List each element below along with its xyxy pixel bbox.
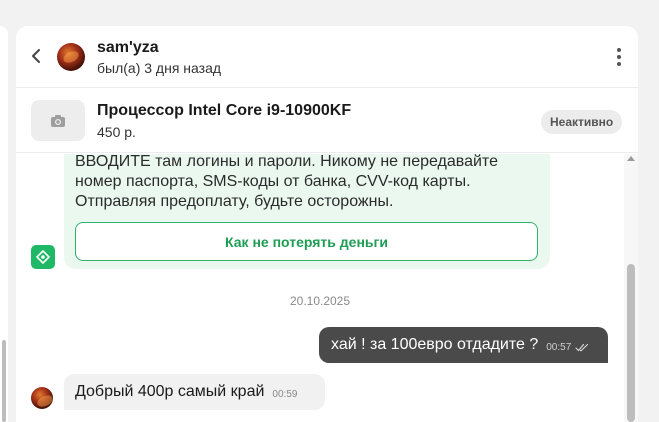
chevron-left-icon — [32, 49, 40, 63]
more-vertical-icon — [617, 48, 621, 52]
chat-header: sam'yza был(а) 3 дня назад — [16, 26, 638, 88]
more-options-button[interactable] — [610, 46, 628, 68]
scroll-up-arrow-icon[interactable] — [627, 156, 635, 161]
safety-warning-text: ВВОДИТЕ там логины и пароли. Никому не п… — [75, 154, 498, 210]
incoming-message[interactable]: Добрый 400р самый край 00:59 — [64, 374, 325, 410]
product-card[interactable]: Процессор Intel Core i9-10900KF 450 р. Н… — [16, 89, 638, 153]
shield-bot-icon — [31, 245, 55, 269]
camera-icon — [51, 114, 65, 127]
message-time: 00:59 — [272, 389, 298, 400]
avatar[interactable] — [57, 43, 85, 71]
product-title[interactable]: Процессор Intel Core i9-10900KF — [97, 102, 351, 120]
back-button[interactable] — [26, 46, 46, 66]
user-name[interactable]: sam'yza — [97, 39, 159, 57]
scrollbar-thumb[interactable] — [627, 264, 635, 422]
date-separator: 20.10.2025 — [289, 294, 351, 308]
message-text: хай ! за 100евро отдадите ? — [331, 336, 539, 353]
sender-avatar[interactable] — [31, 387, 53, 409]
message-time: 00:57 — [546, 342, 572, 353]
safety-tips-button[interactable]: Как не потерять деньги — [75, 222, 538, 261]
message-list: ВВОДИТЕ там логины и пароли. Никому не п… — [16, 154, 638, 422]
message-text: Добрый 400р самый край — [75, 383, 265, 400]
message-scrollbar[interactable] — [624, 154, 638, 422]
safety-warning-bubble: ВВОДИТЕ там логины и пароли. Никому не п… — [64, 154, 550, 269]
product-thumbnail — [31, 100, 85, 141]
conversation-list-scrollbar[interactable] — [2, 340, 6, 422]
product-price: 450 р. — [97, 124, 136, 140]
outgoing-message[interactable]: хай ! за 100евро отдадите ? 00:57 — [319, 327, 608, 363]
chat-window: sam'yza был(а) 3 дня назад Процессор Int… — [16, 26, 638, 422]
status-badge: Неактивно — [541, 110, 623, 134]
double-check-icon — [575, 343, 589, 352]
user-last-seen: был(а) 3 дня назад — [97, 60, 222, 76]
